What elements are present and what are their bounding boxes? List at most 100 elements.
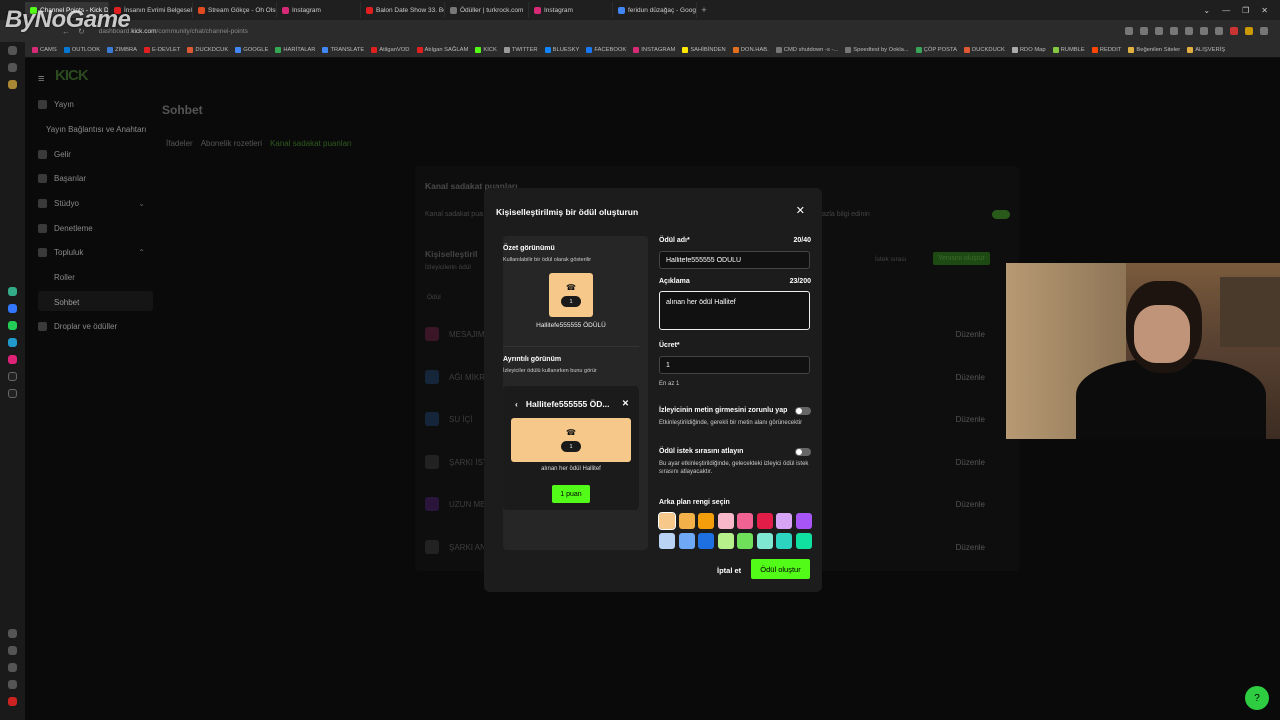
color-swatch[interactable] bbox=[698, 532, 714, 549]
download-icon[interactable] bbox=[1185, 27, 1193, 35]
bookmark-item[interactable]: ZIMBRA bbox=[107, 46, 137, 53]
color-swatch[interactable] bbox=[776, 532, 792, 549]
hamburger-icon[interactable]: ≡ bbox=[38, 73, 44, 85]
bookmark-item[interactable]: ALIŞVERİŞ bbox=[1187, 46, 1225, 53]
channel-points-toggle[interactable] bbox=[992, 210, 1010, 219]
chevron-icon[interactable]: ⌃ bbox=[138, 248, 145, 257]
minimize-icon[interactable]: — bbox=[1222, 6, 1230, 15]
bookmark-item[interactable]: OUTLOOK bbox=[63, 46, 100, 53]
browser-tab[interactable]: Ödüller | turkrock.com bbox=[445, 2, 529, 18]
color-swatch[interactable] bbox=[698, 513, 714, 529]
app-icon[interactable] bbox=[8, 287, 17, 296]
color-swatch[interactable] bbox=[756, 532, 773, 549]
color-swatch[interactable] bbox=[678, 513, 695, 529]
apps-icon[interactable] bbox=[8, 629, 17, 638]
sidebar-item[interactable]: Yayın Bağlantısı ve Anahtarı bbox=[46, 125, 146, 134]
redeem-button[interactable]: 1 puan bbox=[552, 485, 590, 503]
messenger-icon[interactable] bbox=[8, 304, 17, 313]
extension-icon[interactable] bbox=[1215, 27, 1223, 35]
create-reward-button[interactable]: Ödül oluştur bbox=[751, 559, 810, 579]
bookmark-item[interactable]: KICK bbox=[475, 46, 497, 53]
chevron-icon[interactable]: ⌄ bbox=[138, 199, 145, 208]
chat-subtab[interactable]: İfadeler bbox=[166, 139, 193, 148]
color-swatch[interactable] bbox=[659, 532, 675, 549]
chat-subtab[interactable]: Abonelik rozetleri bbox=[201, 139, 262, 148]
color-swatch[interactable] bbox=[756, 513, 773, 529]
telegram-icon[interactable] bbox=[8, 338, 17, 347]
instagram-icon[interactable] bbox=[8, 355, 17, 364]
sidebar-item[interactable]: Droplar ve ödüller bbox=[38, 322, 143, 331]
browser-tab[interactable]: Instagram bbox=[529, 2, 613, 18]
edit-reward-button[interactable]: Düzenle bbox=[956, 373, 985, 382]
create-new-button[interactable]: Yenisini oluştur bbox=[933, 252, 990, 265]
edit-reward-button[interactable]: Düzenle bbox=[956, 543, 985, 552]
color-swatch[interactable] bbox=[737, 532, 753, 549]
request-queue-link[interactable]: İstek sırası bbox=[875, 256, 906, 263]
skip-queue-toggle[interactable] bbox=[795, 448, 811, 456]
bookmark-item[interactable]: DON.HAB. bbox=[732, 46, 769, 53]
browser-tab[interactable]: Instagram bbox=[277, 2, 361, 18]
description-textarea[interactable]: alınan her ödül Hallitef bbox=[659, 291, 810, 330]
bookmark-item[interactable]: E-DEVLET bbox=[144, 46, 180, 53]
bookmark-item[interactable]: SAHİBİNDEN bbox=[682, 46, 726, 53]
bookmark-item[interactable]: TRANSLATE bbox=[322, 46, 364, 53]
tiktok-icon[interactable] bbox=[8, 372, 17, 381]
menu-icon[interactable] bbox=[1260, 27, 1268, 35]
bookmark-item[interactable]: CMD shutdown -s -... bbox=[775, 46, 838, 53]
edit-icon[interactable] bbox=[8, 646, 17, 655]
bookmark-item[interactable]: RDO Map bbox=[1011, 46, 1046, 53]
bookmark-item[interactable]: AtilganVOD bbox=[371, 46, 410, 53]
edit-reward-button[interactable]: Düzenle bbox=[956, 415, 985, 424]
bookmark-item[interactable]: Atılgan SAĞLAM bbox=[416, 46, 468, 53]
edit-reward-button[interactable]: Düzenle bbox=[956, 500, 985, 509]
color-swatch[interactable] bbox=[795, 513, 812, 529]
bookmark-item[interactable]: RUMBLE bbox=[1052, 46, 1085, 53]
color-swatch[interactable] bbox=[737, 513, 753, 529]
app-icon[interactable] bbox=[8, 46, 17, 55]
maximize-icon[interactable]: ❐ bbox=[1242, 6, 1249, 15]
browser-tab[interactable]: Balon Date Show 33. Bölü bbox=[361, 2, 445, 18]
extension-icon[interactable] bbox=[1230, 27, 1238, 35]
new-tab-button[interactable]: + bbox=[697, 5, 711, 15]
app-icon[interactable] bbox=[8, 63, 17, 72]
extension-icon[interactable] bbox=[1155, 27, 1163, 35]
color-swatch[interactable] bbox=[658, 512, 676, 530]
close-window-icon[interactable]: ✕ bbox=[1261, 6, 1268, 15]
color-swatch[interactable] bbox=[795, 532, 812, 549]
close-icon[interactable]: ✕ bbox=[622, 398, 629, 409]
sidebar-item[interactable]: Stüdyo ⌄ bbox=[38, 199, 145, 208]
extension-icon[interactable] bbox=[1140, 27, 1148, 35]
bookmark-item[interactable]: TWITTER bbox=[503, 46, 538, 53]
edit-reward-button[interactable]: Düzenle bbox=[956, 330, 985, 339]
back-icon[interactable]: ‹ bbox=[515, 399, 518, 409]
whatsapp-icon[interactable] bbox=[8, 321, 17, 330]
help-icon[interactable]: ? bbox=[1245, 686, 1269, 710]
sidebar-item[interactable]: Yayın bbox=[38, 100, 143, 109]
reward-name-input[interactable] bbox=[659, 251, 810, 269]
sidebar-item[interactable]: Roller bbox=[54, 273, 75, 282]
history-icon[interactable] bbox=[8, 663, 17, 672]
color-swatch[interactable] bbox=[678, 532, 695, 549]
sidebar-item[interactable]: Başarılar bbox=[38, 174, 143, 183]
sidebar-item[interactable]: Sohbet bbox=[54, 298, 79, 307]
sidebar-item[interactable]: Topluluk ⌃ bbox=[38, 248, 145, 257]
x-icon[interactable] bbox=[8, 389, 17, 398]
bookmark-item[interactable]: CAMS bbox=[32, 46, 57, 53]
kick-logo[interactable]: KICK bbox=[55, 67, 89, 84]
cancel-button[interactable]: İptal et bbox=[717, 566, 741, 575]
bookmark-item[interactable]: Beğenilen Siteler bbox=[1128, 46, 1180, 53]
sidebar-item[interactable]: Denetleme bbox=[38, 224, 143, 233]
force-text-toggle[interactable] bbox=[795, 407, 811, 415]
extension-icon[interactable] bbox=[1245, 27, 1253, 35]
chat-subtab[interactable]: Kanal sadakat puanları bbox=[270, 139, 352, 148]
browser-tab[interactable]: feridun düzağaç - Google bbox=[613, 2, 697, 18]
color-swatch[interactable] bbox=[717, 532, 734, 549]
sidebar-item[interactable]: Gelir bbox=[38, 150, 143, 159]
browser-tab[interactable]: Stream Gökçe - Oh Olsun bbox=[193, 2, 277, 18]
bookmark-item[interactable]: Speedtest by Ookla... bbox=[845, 46, 909, 53]
color-swatch[interactable] bbox=[776, 513, 792, 529]
settings-icon[interactable] bbox=[8, 680, 17, 689]
record-icon[interactable] bbox=[8, 697, 17, 706]
extension-icon[interactable] bbox=[1170, 27, 1178, 35]
extension-icon[interactable] bbox=[1125, 27, 1133, 35]
